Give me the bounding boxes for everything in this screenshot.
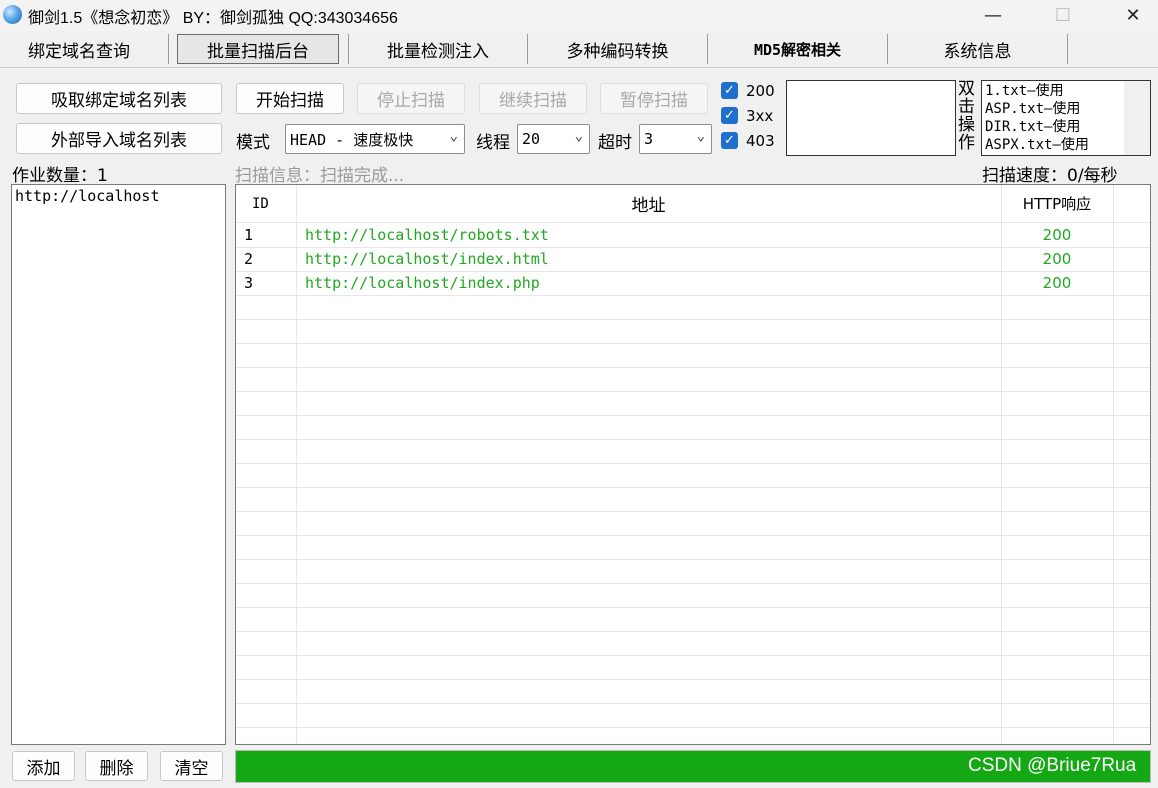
checkbox-403[interactable]: ✓ [721,132,738,149]
custom-code-input[interactable] [786,80,956,156]
checkbox-3xx[interactable]: ✓ [721,107,738,124]
resume-scan-button[interactable]: 继续扫描 [479,83,587,114]
double-click-hint: 双 击 操 作 [958,80,980,152]
checkbox-3xx-label: 3xx [746,107,774,125]
dictionary-item[interactable]: ASP.txt—使用 [985,100,1089,118]
table-row[interactable] [236,727,1150,744]
hint-char: 作 [958,133,975,153]
cell-url: http://localhost/robots.txt [305,226,549,244]
table-row[interactable] [236,295,1150,320]
table-row[interactable]: 3 http://localhost/index.php 200 [236,271,1150,296]
cell-id: 3 [244,274,254,292]
start-scan-button[interactable]: 开始扫描 [236,83,344,114]
table-row[interactable] [236,631,1150,656]
column-header-id[interactable]: ID [252,185,269,222]
table-row[interactable] [236,559,1150,584]
table-row[interactable] [236,343,1150,368]
tab-separator [1067,34,1068,64]
dictionary-item[interactable]: 1.txt—使用 [985,82,1089,100]
table-row[interactable] [236,655,1150,680]
scan-speed: 扫描速度：0/每秒 [982,166,1118,186]
table-row[interactable] [236,367,1150,392]
timeout-value: 3 [644,130,654,148]
timeout-select[interactable]: 3 ⌄ [639,124,712,154]
dictionary-list[interactable]: 1.txt—使用 ASP.txt—使用 DIR.txt—使用 ASPX.txt—… [981,80,1151,156]
threads-value: 20 [522,130,541,148]
check-icon: ✓ [724,133,735,148]
table-row[interactable] [236,679,1150,704]
chevron-down-icon: ⌄ [449,128,458,144]
hint-char: 操 [958,115,975,135]
mode-value: HEAD - 速度极快 [290,130,414,149]
column-header-http[interactable]: HTTP响应 [1001,185,1113,222]
hint-char: 击 [958,97,975,117]
table-row[interactable] [236,607,1150,632]
cell-id: 2 [244,250,254,268]
mode-select[interactable]: HEAD - 速度极快 ⌄ [285,124,465,154]
job-count-label: 作业数量：1 [12,166,108,186]
table-row[interactable] [236,535,1150,560]
table-row[interactable] [236,703,1150,728]
stop-scan-button[interactable]: 停止扫描 [357,83,465,114]
table-row[interactable] [236,319,1150,344]
app-icon [3,5,22,24]
table-row[interactable] [236,439,1150,464]
tab-md5[interactable]: MD5解密相关 [708,34,887,64]
window-title: 御剑1.5《想念初恋》 BY：御剑孤独 QQ:343034656 [28,10,398,27]
tab-encoding[interactable]: 多种编码转换 [528,34,707,64]
domain-list[interactable]: http://localhost [11,184,226,745]
close-button[interactable]: ✕ [1110,0,1156,31]
checkbox-403-label: 403 [746,132,775,150]
table-row[interactable]: 1 http://localhost/robots.txt 200 [236,223,1150,248]
import-domains-button[interactable]: 外部导入域名列表 [16,123,222,154]
table-row[interactable] [236,487,1150,512]
tab-bind-domain[interactable]: 绑定域名查询 [0,34,158,64]
dictionary-item[interactable]: DIR.txt—使用 [985,118,1089,136]
scan-info: 扫描信息：扫描完成... [235,166,405,186]
table-row[interactable] [236,391,1150,416]
check-icon: ✓ [724,108,735,123]
table-row[interactable] [236,511,1150,536]
maximize-button[interactable]: ☐ [1040,0,1086,31]
cell-url: http://localhost/index.html [305,250,549,268]
cell-http-code: 200 [1042,226,1072,244]
delete-button[interactable]: 删除 [85,751,148,781]
cell-url: http://localhost/index.php [305,274,540,292]
checkbox-200-label: 200 [746,82,775,100]
pause-scan-button[interactable]: 暂停扫描 [600,83,708,114]
table-row[interactable] [236,463,1150,488]
list-item[interactable]: http://localhost [15,187,160,205]
mode-label: 模式 [236,133,270,153]
cell-id: 1 [244,226,254,244]
table-row[interactable] [236,583,1150,608]
tab-divider [0,67,1158,68]
clear-button[interactable]: 清空 [160,751,223,781]
hint-char: 双 [958,79,975,99]
tab-batch-inject[interactable]: 批量检测注入 [349,34,527,64]
scrollbar[interactable] [1124,81,1150,155]
tab-system-info[interactable]: 系统信息 [888,34,1067,64]
fetch-domains-button[interactable]: 吸取绑定域名列表 [16,83,222,114]
minimize-button[interactable]: — [970,0,1016,31]
timeout-label: 超时 [598,133,632,153]
add-button[interactable]: 添加 [12,751,75,781]
column-header-url[interactable]: 地址 [296,185,1001,222]
threads-label: 线程 [476,133,510,153]
threads-select[interactable]: 20 ⌄ [517,124,590,154]
cell-http-code: 200 [1042,250,1072,268]
table-header: ID 地址 HTTP响应 [236,185,1150,223]
tab-separator [168,34,169,64]
check-icon: ✓ [724,83,735,98]
results-table[interactable]: ID 地址 HTTP响应 1 http://localhost/robots.tx… [235,184,1151,745]
cell-http-code: 200 [1042,274,1072,292]
chevron-down-icon: ⌄ [574,128,583,144]
checkbox-200[interactable]: ✓ [721,82,738,99]
watermark: CSDN @Briue7Rua [968,755,1137,776]
chevron-down-icon: ⌄ [696,128,705,144]
table-row[interactable]: 2 http://localhost/index.html 200 [236,247,1150,272]
tab-batch-scan[interactable]: 批量扫描后台 [177,34,339,64]
dictionary-item[interactable]: ASPX.txt—使用 [985,136,1089,154]
table-row[interactable] [236,415,1150,440]
